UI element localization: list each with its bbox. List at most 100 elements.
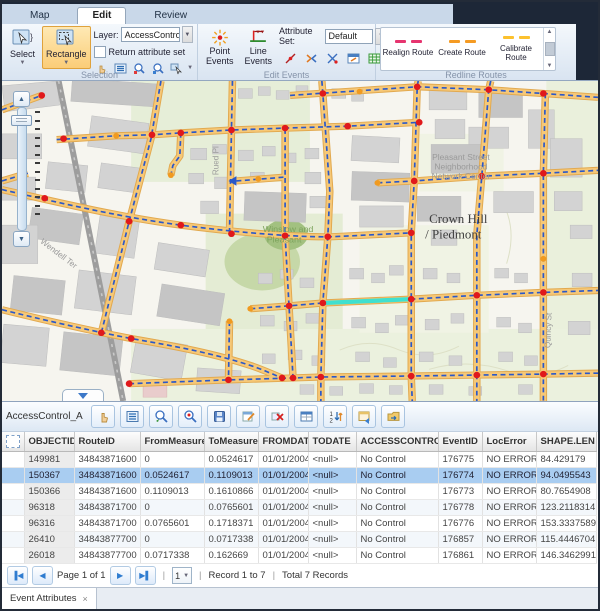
table-row[interactable]: 150367348438716000.05246170.110901301/01… [2, 468, 596, 484]
panel-collapse-tab[interactable] [62, 389, 104, 401]
merge-events-icon[interactable] [302, 49, 321, 67]
table-cell: 176861 [438, 548, 482, 564]
app-window: Map Edit Review } Select ▼ [0, 0, 600, 611]
open-window-icon[interactable] [352, 405, 376, 428]
zoom-to-selected-icon[interactable] [149, 405, 173, 428]
table-cell: NO ERROR [482, 548, 536, 564]
zoom-in-button[interactable]: ▲ [13, 91, 30, 107]
scrollbar-thumb[interactable] [545, 42, 555, 56]
selector-column-header[interactable] [2, 432, 24, 452]
street-label: Quincy St [542, 312, 553, 348]
zoom-out-button[interactable]: ▼ [13, 231, 30, 247]
table-row[interactable]: 150366348438716000.11090130.161086601/01… [2, 484, 596, 500]
table-row[interactable]: 96316348438717000.07656010.171837101/01/… [2, 516, 596, 532]
show-table-icon[interactable] [294, 405, 318, 428]
select-button[interactable]: } Select ▼ [6, 26, 39, 69]
column-header[interactable]: OBJECTID [24, 432, 74, 452]
row-selector[interactable] [2, 548, 24, 564]
layer-dropdown-button[interactable]: ▼ [182, 26, 193, 43]
column-header[interactable]: RouteID [74, 432, 140, 452]
row-selector[interactable] [2, 484, 24, 500]
table-cell: No Control [356, 468, 438, 484]
realign-route-button[interactable]: Realign Route [381, 40, 435, 57]
bottom-tab-bar: Event Attributes × [2, 587, 598, 609]
table-row[interactable]: 1499813484387160000.052461701/01/2004<nu… [2, 452, 596, 468]
table-cell: 0.1718371 [204, 516, 258, 532]
row-selector[interactable] [2, 532, 24, 548]
create-route-button[interactable]: Create Route [435, 40, 489, 57]
event-attributes-tab[interactable]: Event Attributes × [2, 588, 97, 609]
column-header[interactable]: SHAPE.LEN [536, 432, 596, 452]
table-cell: <null> [308, 468, 356, 484]
delete-selected-icon[interactable] [265, 405, 289, 428]
calibrate-route-button[interactable]: Calibrate Route [489, 36, 543, 62]
table-cell: 150366 [24, 484, 74, 500]
pan-to-selected-icon[interactable] [178, 405, 202, 428]
column-header[interactable]: ACCESSCONTROL [356, 432, 438, 452]
previous-page-button[interactable]: ◀ [32, 566, 53, 585]
table-row[interactable]: 264103484387770000.071733801/01/2004<nul… [2, 532, 596, 548]
point-events-button[interactable]: Point Events [202, 26, 238, 69]
next-page-button[interactable]: ▶ [110, 566, 131, 585]
column-header[interactable]: ToMeasure [204, 432, 258, 452]
attribute-set-select[interactable]: Default [325, 29, 373, 44]
place-label: / Piedmont [425, 228, 482, 242]
line-events-button[interactable]: Line Events [241, 26, 277, 69]
scroll-down-icon[interactable]: ▼ [547, 63, 553, 69]
export-icon[interactable] [381, 405, 405, 428]
first-page-button[interactable]: ▐◀ [7, 566, 28, 585]
row-selector[interactable] [2, 500, 24, 516]
page-select[interactable]: 1 ▼ [172, 567, 192, 584]
table-cell: <null> [308, 484, 356, 500]
table-row[interactable]: 963183484387170000.076560101/01/2004<nul… [2, 500, 596, 516]
gallery-scrollbar[interactable]: ▲ ▼ [543, 28, 555, 70]
row-selector[interactable] [2, 516, 24, 532]
return-attribute-set-checkbox[interactable] [94, 46, 106, 58]
table-cell: NO ERROR [482, 532, 536, 548]
realign-route-label: Realign Route [383, 48, 434, 57]
map-canvas[interactable]: Wendell Ter Rued Pl Quincy St Winslow an… [2, 81, 598, 401]
column-header[interactable]: FromMeasure [140, 432, 204, 452]
tab-review[interactable]: Review [140, 8, 201, 24]
table-cell: 0.0717338 [204, 532, 258, 548]
chevron-down-icon [78, 393, 88, 399]
scroll-up-icon[interactable]: ▲ [547, 29, 553, 35]
row-selector[interactable] [2, 452, 24, 468]
column-header[interactable]: LocError [482, 432, 536, 452]
zoom-slider-handle[interactable] [11, 115, 32, 126]
sort-icon[interactable]: 12 [323, 405, 347, 428]
event-attributes-window-icon[interactable] [344, 49, 363, 67]
tab-edit[interactable]: Edit [77, 7, 126, 24]
rectangle-button[interactable]: Rectangle ▼ [42, 26, 91, 69]
show-list-icon[interactable] [120, 405, 144, 428]
map-view[interactable]: Wendell Ter Rued Pl Quincy St Winslow an… [2, 81, 598, 401]
column-header[interactable]: EventID [438, 432, 482, 452]
table-cell: 0.1109013 [140, 484, 204, 500]
table-cell: 0.0524617 [140, 468, 204, 484]
table-cell: 176776 [438, 516, 482, 532]
table-cell: 01/01/2004 [258, 452, 308, 468]
column-header[interactable]: FROMDATE [258, 432, 308, 452]
edit-attributes-icon[interactable] [236, 405, 260, 428]
close-icon[interactable]: × [83, 594, 88, 604]
tab-map[interactable]: Map [16, 8, 63, 24]
table-cell: 176778 [438, 500, 482, 516]
table-cell: 01/01/2004 [258, 516, 308, 532]
table-title: AccessControl_A [6, 411, 86, 422]
split-event-icon[interactable] [281, 49, 300, 67]
table-cell: 01/01/2004 [258, 532, 308, 548]
chevron-down-icon: ▼ [183, 573, 189, 579]
retire-event-icon[interactable] [323, 49, 342, 67]
select-features-icon[interactable] [91, 405, 115, 428]
table-cell: 0.1610866 [204, 484, 258, 500]
table-cell: <null> [308, 452, 356, 468]
area-label: Winslow and [263, 224, 314, 234]
last-page-button[interactable]: ▶▌ [135, 566, 156, 585]
table-cell: 34843871700 [74, 500, 140, 516]
table-cell: NO ERROR [482, 452, 536, 468]
row-selector[interactable] [2, 468, 24, 484]
table-row[interactable]: 26018348438777000.07173380.16266901/01/2… [2, 548, 596, 564]
save-icon[interactable] [207, 405, 231, 428]
layer-select[interactable]: AccessControl_A [121, 27, 180, 42]
column-header[interactable]: TODATE [308, 432, 356, 452]
